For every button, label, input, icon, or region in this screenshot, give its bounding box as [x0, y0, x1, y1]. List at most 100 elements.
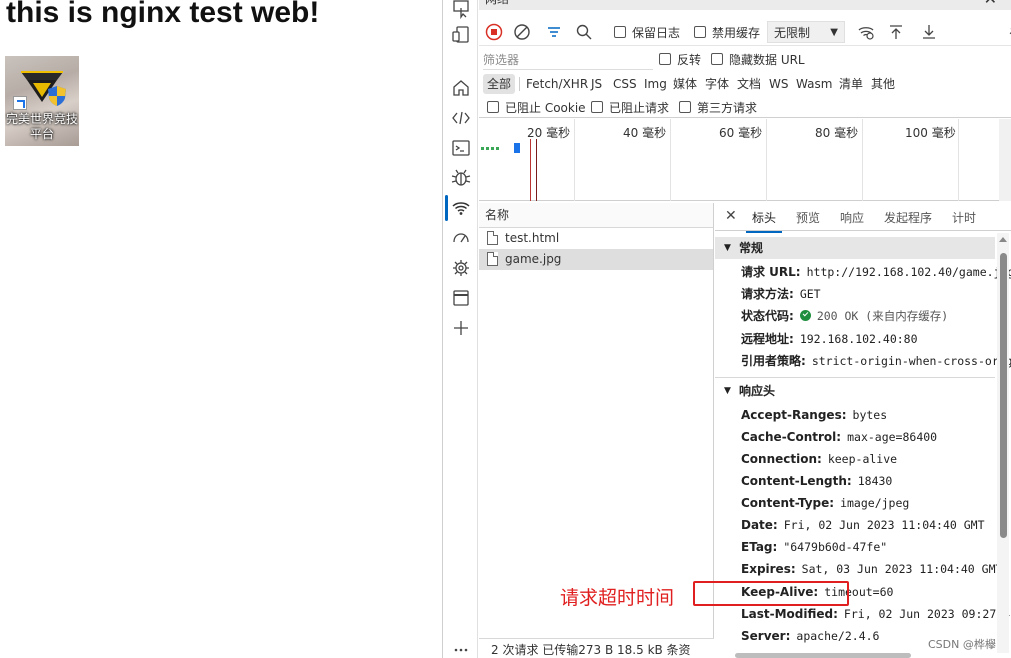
response-header-row: Expires: Sat, 03 Jun 2023 11:04:40 GMT: [741, 558, 1002, 580]
hide-data-urls-checkbox[interactable]: 隐藏数据 URL: [711, 48, 805, 70]
console-icon[interactable]: [451, 138, 471, 158]
desktop-shortcut-icon[interactable]: 完美世界竞技平台: [5, 56, 79, 146]
invert-box[interactable]: [659, 53, 671, 65]
export-har-button[interactable]: [920, 21, 938, 43]
more-options-icon[interactable]: [451, 640, 471, 658]
header-key: Content-Type:: [741, 496, 835, 510]
type-filter-img[interactable]: Img: [640, 74, 671, 94]
scrollbar-thumb[interactable]: [1000, 253, 1007, 538]
record-icon: [485, 23, 503, 41]
tab-preview[interactable]: 预览: [796, 209, 820, 226]
filter-icon: [548, 27, 560, 37]
preserve-log-label: 保留日志: [632, 25, 681, 40]
record-stop-button[interactable]: [485, 21, 503, 43]
type-filter-doc[interactable]: 文档: [733, 74, 765, 94]
overview-tick-40ms: 40 毫秒: [623, 126, 667, 140]
memory-chip-icon[interactable]: [451, 258, 471, 278]
application-window-icon[interactable]: [451, 288, 471, 308]
blocked-cookies-label: 已阻止 Cookie: [505, 100, 586, 115]
device-emulation-icon[interactable]: [451, 25, 471, 45]
header-value: image/jpeg: [840, 496, 910, 510]
inspect-element-icon[interactable]: [451, 0, 471, 20]
third-party-box[interactable]: [679, 101, 691, 113]
home-icon[interactable]: [451, 78, 471, 98]
annotation-label: 请求超时时间: [560, 587, 675, 609]
response-header-row: Date: Fri, 02 Jun 2023 11:04:40 GMT: [741, 514, 985, 536]
add-tool-plus-icon[interactable]: [451, 318, 471, 338]
expand-triangle-icon: ▼: [724, 386, 731, 396]
header-key: Accept-Ranges:: [741, 408, 847, 422]
filter-toggle-button[interactable]: [545, 21, 563, 43]
overview-tick-100ms: 100 毫秒: [905, 126, 956, 140]
watermark: CSDN @桦欅: [928, 638, 996, 651]
name-column-header[interactable]: 名称: [479, 203, 713, 228]
blocked-requests-checkbox[interactable]: 已阻止请求: [591, 96, 669, 118]
type-filter-fetch-xhr[interactable]: Fetch/XHR: [522, 74, 592, 94]
search-button[interactable]: [575, 21, 593, 43]
tab-timing[interactable]: 计时: [952, 209, 976, 226]
overview-request-bar: [481, 147, 499, 150]
type-filter-other[interactable]: 其他: [867, 74, 899, 94]
tab-initiator[interactable]: 发起程序: [884, 209, 932, 226]
type-filter-js[interactable]: JS: [587, 74, 606, 94]
disable-cache-box[interactable]: [694, 26, 706, 38]
overview-request-block: [514, 143, 520, 153]
sources-bug-icon[interactable]: [451, 168, 471, 188]
network-tab-label[interactable]: 网络: [485, 0, 509, 7]
header-key: Content-Length:: [741, 474, 852, 488]
overview-scrollbar[interactable]: [999, 119, 1011, 201]
clear-button[interactable]: [513, 21, 531, 43]
download-icon: [923, 25, 935, 39]
type-filter-ws[interactable]: WS: [765, 74, 792, 94]
type-filter-wasm[interactable]: Wasm: [792, 74, 836, 94]
details-horizontal-scrollbar[interactable]: [735, 653, 911, 658]
desktop-icon-caption: 完美世界竞技平台: [5, 112, 78, 141]
response-header-row: Server: apache/2.4.6: [741, 625, 879, 647]
header-value: Sat, 03 Jun 2023 11:04:40 GMT: [801, 562, 1003, 576]
general-section-header[interactable]: ▼ 常规: [715, 237, 995, 259]
type-filter-manifest[interactable]: 清单: [835, 74, 867, 94]
scroll-up-arrow-icon[interactable]: [999, 237, 1007, 242]
filter-row: 反转 隐藏数据 URL: [479, 47, 1011, 71]
preserve-log-checkbox[interactable]: 保留日志: [614, 21, 680, 43]
details-vertical-scrollbar[interactable]: [997, 233, 1009, 653]
clear-icon: [514, 24, 530, 40]
hide-data-urls-box[interactable]: [711, 53, 723, 65]
header-key: Last-Modified:: [741, 607, 838, 621]
header-key: 请求方法:: [741, 287, 794, 301]
blocked-cookies-box[interactable]: [487, 101, 499, 113]
elements-icon[interactable]: [451, 108, 471, 128]
type-filter-all[interactable]: 全部: [483, 74, 516, 94]
response-headers-section-header[interactable]: ▼ 响应头: [715, 380, 995, 402]
close-panel-icon[interactable]: ✕: [984, 0, 997, 8]
annotation-highlight-box: [693, 581, 849, 606]
tab-response[interactable]: 响应: [840, 209, 864, 226]
third-party-checkbox[interactable]: 第三方请求: [679, 96, 757, 118]
invert-checkbox[interactable]: 反转: [659, 48, 701, 70]
request-row-test-html[interactable]: test.html: [479, 228, 713, 249]
overview-tick-60ms: 60 毫秒: [719, 126, 763, 140]
network-conditions-button[interactable]: [857, 21, 875, 43]
general-status-code: 状态代码: 200 OK (来自内存缓存): [741, 305, 948, 327]
tab-headers[interactable]: 标头: [745, 209, 783, 233]
network-wifi-icon[interactable]: [445, 195, 471, 221]
network-overview-timeline[interactable]: 20 毫秒 40 毫秒 60 毫秒 80 毫秒 100 毫秒: [479, 119, 999, 201]
type-filter-css[interactable]: CSS: [609, 74, 641, 94]
type-filter-font[interactable]: 字体: [701, 74, 733, 94]
disable-cache-label: 禁用缓存: [712, 25, 761, 40]
disable-cache-checkbox[interactable]: 禁用缓存: [694, 21, 760, 43]
overview-tick-20ms: 20 毫秒: [527, 126, 571, 140]
type-filter-separator: [519, 77, 520, 91]
header-key: Server:: [741, 629, 791, 643]
close-details-icon[interactable]: ✕: [725, 208, 737, 224]
blocked-cookies-checkbox[interactable]: 已阻止 Cookie: [487, 96, 586, 118]
filter-input[interactable]: [483, 50, 653, 70]
request-row-game-jpg[interactable]: game.jpg: [479, 249, 713, 270]
performance-gauge-icon[interactable]: [451, 228, 471, 248]
import-har-button[interactable]: [887, 21, 905, 43]
blocked-requests-box[interactable]: [591, 101, 603, 113]
type-filter-media[interactable]: 媒体: [669, 74, 701, 94]
header-value: Fri, 02 Jun 2023 09:27:41 GMT: [843, 607, 1011, 621]
preserve-log-box[interactable]: [614, 26, 626, 38]
throttling-select[interactable]: 无限制 ▼: [767, 21, 845, 43]
